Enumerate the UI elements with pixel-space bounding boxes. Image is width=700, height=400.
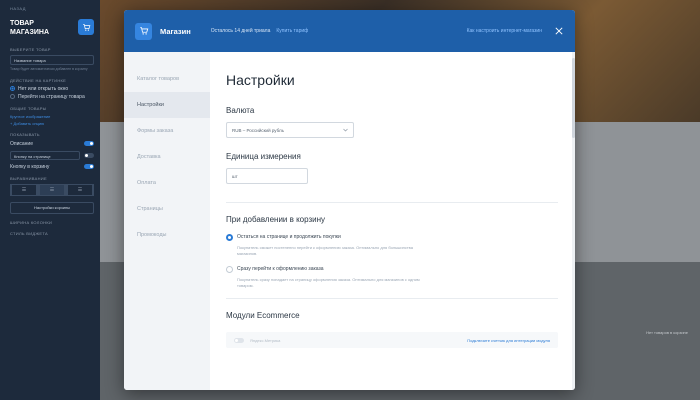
radio-selected-icon — [226, 234, 233, 241]
action-option-label: Нет или открыть окно — [18, 85, 69, 92]
preview-cart-text: Нет товаров в корзине — [646, 330, 688, 335]
module-name: Яндекс.Метрика — [250, 337, 281, 343]
sidebar-item-catalog[interactable]: Каталог товаров — [124, 66, 210, 92]
trial-status: Осталось 14 дней триала — [210, 28, 271, 34]
cart-icon — [139, 27, 148, 35]
toggle-switch[interactable] — [84, 152, 94, 158]
section-action-label: ДЕЙСТВИЕ НА КАРТИНКЕ — [10, 77, 67, 83]
unit-input[interactable]: шт — [226, 168, 308, 184]
section-show-label: ПОКАЗЫВАТЬ — [10, 131, 40, 137]
toggle-row-page-button[interactable]: Кнопку на странице — [10, 150, 94, 160]
currency-label: Валюта — [226, 106, 255, 115]
chevron-down-icon — [343, 128, 348, 132]
editor-cart-button[interactable] — [78, 19, 94, 35]
radio-unselected-icon — [226, 266, 233, 273]
unit-label: Единица измерения — [226, 152, 301, 161]
currency-value: RUB – Российский рубль — [232, 127, 284, 133]
product-select[interactable]: Название товара — [10, 55, 94, 65]
section-choose-label: ВЫБЕРИТЕ ТОВАР — [10, 47, 51, 52]
toggle-switch[interactable] — [84, 164, 94, 169]
action-option-1[interactable]: Перейти на страницу товара — [10, 94, 94, 100]
toggle-label: Описание — [10, 140, 34, 147]
section-align-label: ВЫРАВНИВАНИЕ — [10, 175, 47, 181]
align-right-button[interactable]: ☰ — [66, 183, 94, 196]
align-left-button[interactable]: ☰ — [10, 183, 38, 196]
close-icon — [555, 27, 563, 35]
modules-title: Модули Ecommerce — [226, 311, 300, 320]
sidebar-item-payment[interactable]: Оплата — [124, 170, 210, 196]
cart-option-description: Покупатель сразу попадает на страницу оф… — [237, 277, 420, 288]
back-link[interactable]: НАЗАД — [10, 6, 94, 11]
editor-panel: НАЗАД ТОВАР МАГАЗИНА ВЫБЕРИТЕ ТОВАР Назв… — [0, 0, 100, 400]
settings-content: Настройки Валюта RUB – Российский рубль … — [210, 52, 575, 390]
cart-icon — [82, 23, 90, 31]
modal-body: Каталог товаров Настройки Формы заказа Д… — [124, 52, 575, 390]
align-left-icon: ☰ — [11, 183, 37, 196]
section-divider — [226, 202, 558, 203]
page-title: Настройки — [226, 72, 295, 88]
module-toggle[interactable] — [234, 337, 244, 343]
section-bottom-2: СТИЛЬ ВИДЖЕТА — [10, 230, 48, 236]
section-extra-label: ОБЩИЕ ТОВАРЫ — [10, 105, 47, 111]
toggle-row-cart-button[interactable]: Кнопку в корзину — [10, 164, 94, 170]
section-bottom-1: ШИРИНА КОЛОНКИ — [10, 219, 53, 225]
align-right-icon: ☰ — [67, 183, 93, 196]
align-center-icon: ☰ — [39, 183, 65, 196]
toggle-label: Кнопку в корзину — [10, 163, 50, 170]
module-row-yandex-metrika: Яндекс.Метрика Подключите счетчик для ин… — [226, 332, 558, 348]
add-option-link[interactable]: + Добавить опцию — [10, 121, 94, 126]
toggle-switch[interactable] — [84, 141, 94, 146]
toggle-label: Кнопку на странице — [10, 150, 80, 160]
sidebar-item-promocodes[interactable]: Промокоды — [124, 222, 210, 248]
shop-logo — [135, 22, 152, 40]
cart-option-stay[interactable]: Остаться на странице и продолжить покупк… — [226, 234, 575, 241]
cart-behaviour-title: При добавлении в корзину — [226, 215, 326, 224]
action-option-0[interactable]: Нет или открыть окно — [10, 86, 94, 92]
align-group: ☰ ☰ ☰ — [10, 183, 94, 196]
modal-title: Магазин — [160, 26, 191, 36]
cart-option-checkout[interactable]: Сразу перейти к оформлению заказа — [226, 266, 575, 273]
align-center-button[interactable]: ☰ — [38, 183, 66, 196]
editor-title-row: ТОВАР МАГАЗИНА — [10, 19, 94, 37]
module-connect-link[interactable]: Подключите счетчик для интеграции модуля — [467, 338, 550, 343]
modal-sidebar: Каталог товаров Настройки Формы заказа Д… — [124, 52, 210, 390]
cart-option-label: Остаться на странице и продолжить покупк… — [237, 234, 341, 240]
shop-settings-modal: Магазин Осталось 14 дней триала Купить т… — [124, 10, 575, 390]
cart-option-label: Сразу перейти к оформлению заказа — [237, 266, 324, 272]
sidebar-item-settings[interactable]: Настройки — [124, 92, 210, 118]
howto-link[interactable]: Как настроить интернет-магазин — [467, 28, 542, 34]
sidebar-item-delivery[interactable]: Доставка — [124, 144, 210, 170]
radio-icon — [10, 86, 15, 91]
sidebar-item-order-forms[interactable]: Формы заказа — [124, 118, 210, 144]
scrollbar-thumb[interactable] — [572, 58, 575, 138]
section-divider — [226, 298, 558, 299]
toggle-row-description[interactable]: Описание — [10, 141, 94, 147]
modal-header: Магазин Осталось 14 дней триала Купить т… — [124, 10, 575, 52]
close-button[interactable] — [554, 26, 564, 36]
cart-settings-button[interactable]: Настройки корзины — [10, 201, 94, 214]
product-hint: Товар будет автоматически добавлен в кор… — [10, 67, 88, 71]
action-option-label: Перейти на страницу товара — [18, 93, 85, 100]
editor-title: ТОВАР МАГАЗИНА — [10, 20, 49, 36]
extra-link[interactable]: Круглое изображение — [10, 114, 94, 119]
buy-plan-link[interactable]: Купить тариф — [276, 28, 308, 34]
sidebar-item-pages[interactable]: Страницы — [124, 196, 210, 222]
radio-icon — [10, 94, 15, 99]
cart-option-description: Покупатель сможет постепенно перейти к о… — [237, 245, 413, 256]
currency-select[interactable]: RUB – Российский рубль — [226, 122, 354, 138]
